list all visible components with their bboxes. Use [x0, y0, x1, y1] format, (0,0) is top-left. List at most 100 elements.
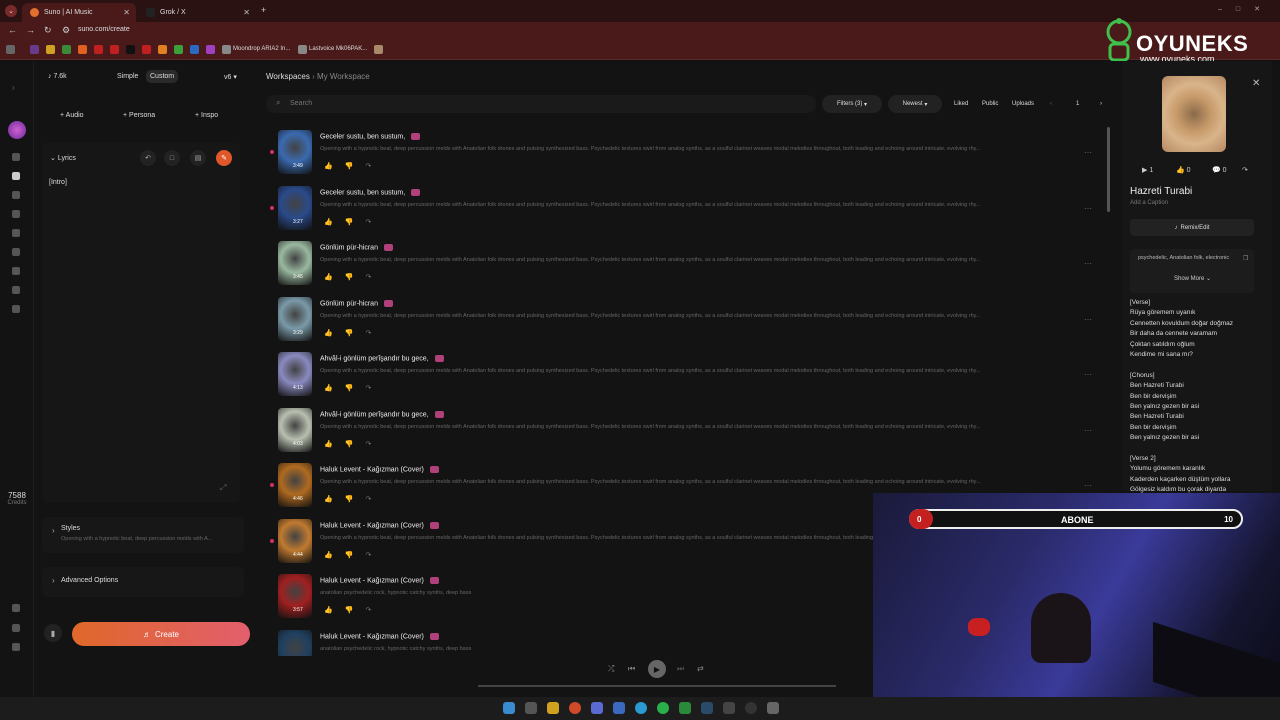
like-icon[interactable]: 👍 — [324, 219, 345, 226]
song-row[interactable]: 3:29 Gönlüm pür-hicran Opening with a hypn… — [266, 291, 1106, 345]
tab-grok[interactable]: Grok / X ✕ — [138, 3, 256, 22]
uploads-filter[interactable]: Uploads — [1012, 101, 1034, 107]
chrome-icon[interactable] — [569, 702, 581, 714]
share-icon[interactable]: ↷ — [365, 274, 383, 281]
add-caption-link[interactable]: Add a Caption — [1130, 200, 1168, 206]
close-tab-icon[interactable]: ✕ — [123, 8, 130, 17]
song-row[interactable]: 3:49 Geceler sustu, ben sustum, Opening wi… — [266, 124, 1106, 178]
add-audio-button[interactable]: + Audio — [60, 112, 84, 119]
comments-button[interactable]: 💬 0 — [1212, 166, 1227, 174]
bookmark-icon[interactable] — [174, 45, 183, 54]
back-icon[interactable]: ← — [8, 25, 17, 35]
like-icon[interactable]: 👍 — [324, 274, 345, 281]
app-icon[interactable] — [767, 702, 779, 714]
dislike-icon[interactable]: 👎 — [345, 552, 366, 559]
page-number[interactable]: 1 — [1076, 101, 1079, 107]
more-icon[interactable] — [12, 643, 20, 651]
tab-menu-button[interactable]: ⌄ — [5, 5, 17, 17]
new-tab-button[interactable]: + — [261, 5, 266, 15]
telegram-icon[interactable] — [635, 702, 647, 714]
like-icon[interactable]: 👍 — [324, 441, 345, 448]
play-button[interactable]: ▶ — [648, 660, 666, 678]
avatar[interactable] — [8, 121, 26, 139]
song-title[interactable]: Geceler sustu, ben sustum, — [320, 133, 405, 140]
trash-icon[interactable] — [12, 604, 20, 612]
share-icon[interactable]: ↷ — [365, 441, 383, 448]
lastvoice-bookmark-icon[interactable] — [298, 45, 307, 54]
library-icon[interactable] — [12, 210, 20, 218]
previous-icon[interactable]: ⏮ — [628, 664, 635, 674]
model-select[interactable]: v6 ▾ — [224, 73, 237, 81]
like-button[interactable]: 👍 0 — [1176, 166, 1191, 174]
window-controls[interactable]: –□✕ — [1218, 5, 1274, 13]
styles-section[interactable]: › Styles Opening with a hypnotic beat, d… — [42, 517, 244, 553]
bookmark-icon[interactable] — [190, 45, 199, 54]
breadcrumb-root[interactable]: Workspaces — [266, 72, 310, 81]
dislike-icon[interactable]: 👎 — [345, 219, 366, 226]
scrollbar[interactable] — [1107, 127, 1110, 212]
dislike-icon[interactable]: 👎 — [345, 441, 366, 448]
file-explorer-icon[interactable] — [547, 702, 559, 714]
close-icon[interactable]: ✕ — [1252, 78, 1260, 89]
song-row[interactable]: 4:03 Ahvâl-i gönlüm perîşandır bu gece, Op… — [266, 402, 1106, 456]
bookmark-lastvoice[interactable]: Lastvoice Mk06PAK... — [309, 46, 367, 52]
prev-page-icon[interactable]: ‹ — [1050, 101, 1052, 107]
bookmark-icon[interactable] — [374, 45, 383, 54]
next-page-icon[interactable]: › — [1100, 101, 1102, 107]
spotify-icon[interactable] — [657, 702, 669, 714]
bookmark-moondrop[interactable]: Moondrop ARIA2 In... — [233, 46, 290, 52]
song-title[interactable]: Haluk Levent - Kağızman (Cover) — [320, 633, 424, 640]
more-options-icon[interactable]: ⋯ — [1084, 148, 1092, 157]
song-title[interactable]: Haluk Levent - Kağızman (Cover) — [320, 466, 424, 473]
song-row[interactable]: 3:45 Gönlüm pür-hicran Opening with a hypn… — [266, 235, 1106, 289]
song-row[interactable]: 4:13 Ahvâl-i gönlüm perîşandır bu gece, Op… — [266, 346, 1106, 400]
reload-icon[interactable]: ↻ — [44, 25, 52, 36]
next-icon[interactable]: ⏭ — [677, 664, 684, 674]
moondrop-bookmark-icon[interactable] — [222, 45, 231, 54]
share-icon[interactable]: ↷ — [365, 385, 383, 392]
song-title[interactable]: Ahvâl-i gönlüm perîşandır bu gece, — [320, 411, 429, 418]
obs-icon[interactable] — [745, 702, 757, 714]
clear-icon[interactable]: ▤ — [190, 150, 206, 166]
shuffle-icon[interactable]: ⤮ — [608, 664, 614, 674]
explore-icon[interactable] — [12, 191, 20, 199]
dislike-icon[interactable]: 👎 — [345, 274, 366, 281]
bookmark-icon[interactable] — [110, 45, 119, 54]
search-icon[interactable] — [12, 229, 20, 237]
search-input[interactable]: ⌕ Search — [266, 95, 816, 113]
song-title[interactable]: Gönlüm pür-hicran — [320, 244, 378, 251]
filters-button[interactable]: Filters (3) ▾ — [822, 95, 882, 113]
undo-icon[interactable]: ↶ — [140, 150, 156, 166]
song-title[interactable]: Haluk Levent - Kağızman (Cover) — [320, 522, 424, 529]
like-icon[interactable]: 👍 — [324, 385, 345, 392]
notifications-icon[interactable] — [12, 305, 20, 313]
lyrics-input[interactable]: [Intro] — [49, 179, 67, 186]
share-icon[interactable]: ↷ — [365, 496, 383, 503]
bookmark-icon[interactable] — [46, 45, 55, 54]
hooks-icon[interactable] — [12, 248, 20, 256]
bookmark-icon[interactable] — [78, 45, 87, 54]
advanced-options-section[interactable]: › Advanced Options — [42, 567, 244, 597]
generate-lyrics-icon[interactable]: ✎ — [216, 150, 232, 166]
song-title[interactable]: Gönlüm pür-hicran — [320, 300, 378, 307]
share-icon[interactable]: ↷ — [365, 219, 383, 226]
bookmark-icon[interactable] — [206, 45, 215, 54]
add-persona-button[interactable]: + Persona — [123, 112, 155, 119]
song-title[interactable]: Geceler sustu, ben sustum, — [320, 189, 405, 196]
start-icon[interactable] — [503, 702, 515, 714]
show-more-button[interactable]: Show More ⌄ — [1174, 275, 1211, 282]
share-icon[interactable]: ↷ — [1242, 166, 1248, 174]
mode-simple-tab[interactable]: Simple — [117, 73, 138, 80]
public-filter[interactable]: Public — [982, 101, 998, 107]
song-title[interactable]: Ahvâl-i gönlüm perîşandır bu gece, — [320, 355, 429, 362]
like-icon[interactable]: 👍 — [324, 496, 345, 503]
lyrics-toggle[interactable]: ⌄ Lyrics — [50, 154, 76, 162]
more-options-icon[interactable]: ⋯ — [1084, 426, 1092, 435]
close-tab-icon[interactable]: ✕ — [243, 8, 250, 17]
search-icon[interactable] — [525, 702, 537, 714]
more-options-icon[interactable]: ⋯ — [1084, 259, 1092, 268]
steam-icon[interactable] — [701, 702, 713, 714]
clear-form-button[interactable]: ▮ — [44, 624, 62, 642]
more-options-icon[interactable]: ⋯ — [1084, 481, 1092, 490]
settings-icon[interactable] — [12, 624, 20, 632]
